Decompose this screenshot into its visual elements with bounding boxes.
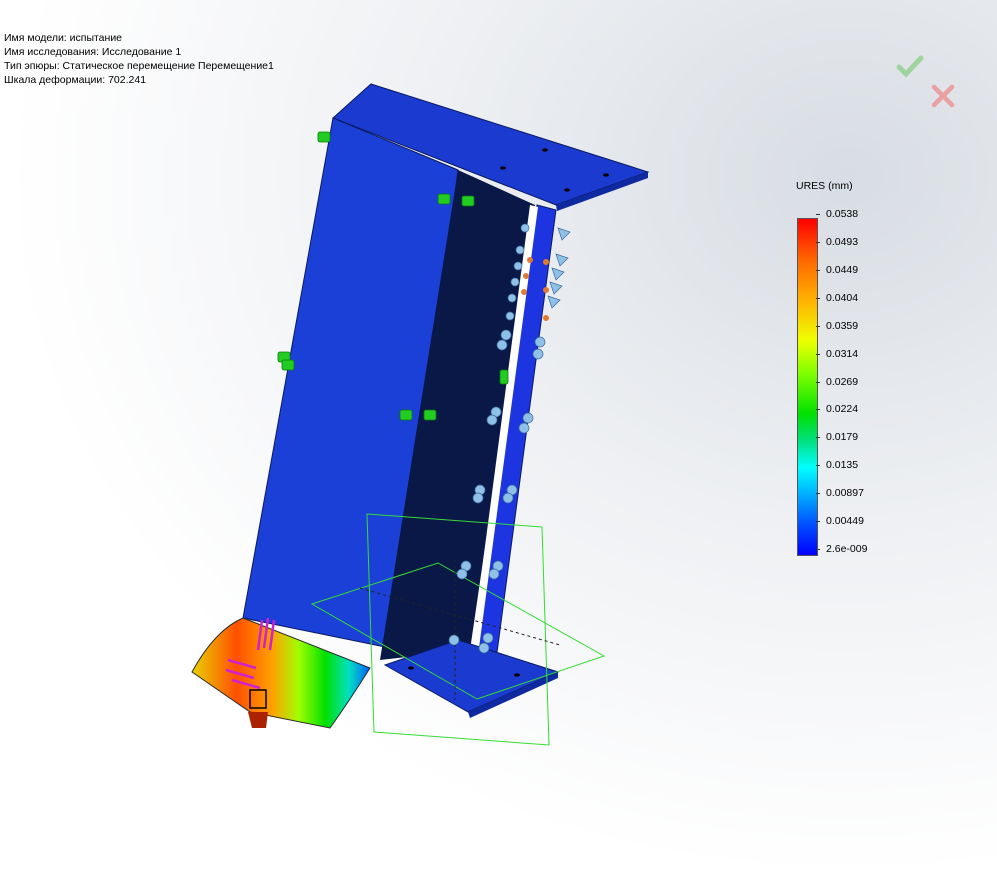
model-viewport[interactable] — [0, 0, 997, 882]
plate-fixture — [248, 712, 268, 728]
